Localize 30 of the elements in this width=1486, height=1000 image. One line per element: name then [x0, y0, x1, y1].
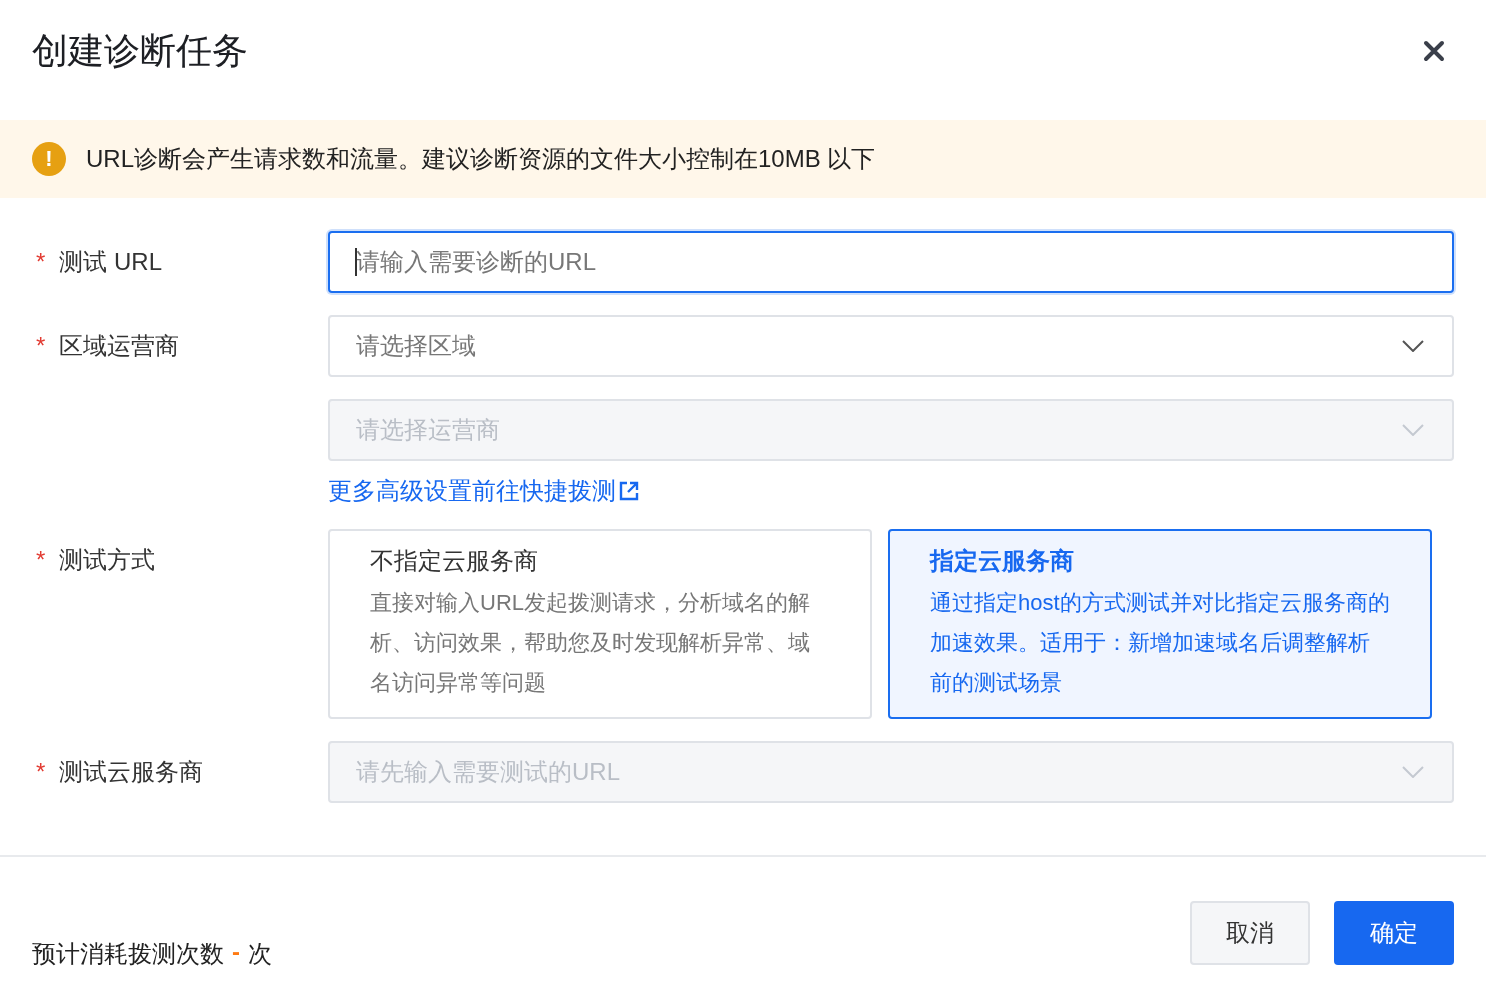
option-description: 直接对输入URL发起拨测请求，分析域名的解析、访问效果，帮助您及时发现解析异常、域名访问异常等问题 [370, 589, 811, 697]
option-card[interactable]: 不指定云服务商 直接对输入URL发起拨测请求，分析域名的解析、访问效果，帮助您及时发现解析异常、域名访问异常等问题 [328, 529, 872, 719]
advanced-settings-link[interactable]: 更多高级设置前往快捷拨测 [328, 475, 640, 507]
cancel-button[interactable]: 取消 [1190, 900, 1310, 965]
close-icon[interactable] [1423, 40, 1445, 62]
warning-icon: ! [32, 142, 66, 176]
select-field[interactable]: 请选择区域 [328, 315, 1454, 377]
estimate-label: 预计消耗拨测次数 [32, 938, 224, 969]
estimate-value: - [232, 937, 240, 967]
url-input-field[interactable]: 请输入需要诊断的URL [328, 231, 1454, 293]
option-card[interactable]: 指定云服务商 通过指定host的方式测试并对比指定云服务商的加速效果。适用于：新增加速域名后调整解析前的测试场景 [888, 529, 1432, 719]
estimate-unit: 次 [248, 938, 272, 969]
confirm-button[interactable]: 确定 [1334, 900, 1454, 965]
chevron-down-icon [1402, 766, 1424, 778]
warning-text: URL诊断会产生请求数和流量。建议诊断资源的文件大小控制在10MB 以下 [86, 144, 876, 174]
field-label: 测试云服务商 [59, 757, 204, 787]
required-mark: * [36, 332, 46, 360]
option-title: 不指定云服务商 [370, 546, 539, 576]
external-link-icon [618, 480, 640, 502]
dialog-title: 创建诊断任务 [32, 28, 248, 73]
option-description: 通过指定host的方式测试并对比指定云服务商的加速效果。适用于：新增加速域名后调整解析前的测试场景 [930, 589, 1390, 697]
option-title: 指定云服务商 [930, 546, 1075, 576]
field-label: 测试方式 [59, 545, 156, 575]
chevron-down-icon [1402, 424, 1424, 436]
field-label: 区域运营商 [59, 331, 180, 361]
chevron-down-icon [1402, 340, 1424, 352]
required-mark: * [36, 248, 46, 276]
field-label: 测试 URL [59, 247, 163, 277]
required-mark: * [36, 758, 46, 786]
required-mark: * [36, 546, 46, 574]
